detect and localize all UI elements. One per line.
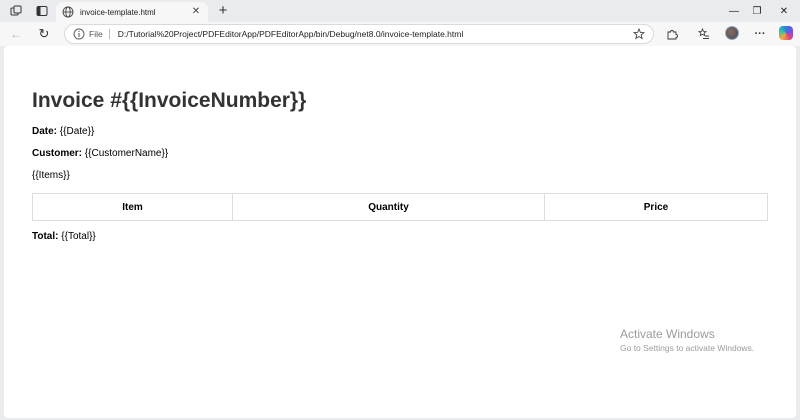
browser-toolbar: ← ↻ File D:/Tutorial%20Project/PDFEditor…: [0, 22, 800, 46]
watermark-title: Activate Windows: [620, 327, 715, 341]
table-header-row: Item Quantity Price: [32, 193, 768, 221]
globe-icon: [62, 6, 74, 18]
date-label: Date:: [32, 126, 58, 137]
header-price: Price: [544, 193, 768, 221]
new-tab-button[interactable]: +: [214, 2, 232, 20]
back-icon[interactable]: ←: [8, 26, 24, 42]
tab-actions-icon[interactable]: [34, 3, 50, 19]
scheme-label: File: [89, 29, 103, 39]
tab-title: invoice-template.html: [80, 7, 156, 17]
address-bar[interactable]: File D:/Tutorial%20Project/PDFEditorApp/…: [64, 24, 654, 44]
favorites-icon[interactable]: [696, 26, 712, 42]
header-item: Item: [32, 193, 233, 221]
watermark-subtitle: Go to Settings to activate Windows.: [620, 343, 755, 353]
header-quantity: Quantity: [232, 193, 545, 221]
star-icon[interactable]: [633, 28, 645, 40]
close-tab-icon[interactable]: ✕: [190, 6, 202, 18]
items-placeholder: {{Items}}: [32, 170, 70, 181]
date-line: Date: {{Date}}: [32, 126, 94, 137]
tab-strip: invoice-template.html ✕ + — ❐ ✕: [0, 0, 800, 22]
activate-windows-watermark: Activate Windows Go to Settings to activ…: [620, 327, 754, 353]
tab-invoice-template[interactable]: invoice-template.html ✕: [56, 2, 208, 22]
url-text[interactable]: D:/Tutorial%20Project/PDFEditorApp/PDFEd…: [118, 29, 633, 39]
info-icon[interactable]: [73, 28, 85, 40]
window-close-button[interactable]: ✕: [768, 0, 800, 22]
more-options-icon[interactable]: ···: [752, 26, 768, 42]
date-value: {{Date}}: [59, 126, 95, 137]
customer-label: Customer:: [32, 148, 83, 159]
reload-icon[interactable]: ↻: [36, 26, 52, 42]
total-value: {{Total}}: [61, 231, 96, 242]
customer-value: {{CustomerName}}: [84, 148, 169, 159]
extensions-icon[interactable]: [664, 26, 680, 42]
page-viewport: Invoice #{{InvoiceNumber}} Date: {{Date}…: [4, 46, 796, 418]
address-separator: [108, 29, 110, 39]
items-table: Item Quantity Price: [32, 193, 768, 221]
profile-avatar[interactable]: [725, 26, 739, 40]
total-label: Total:: [32, 231, 59, 242]
copilot-icon[interactable]: [779, 26, 793, 40]
total-line: Total: {{Total}}: [32, 231, 96, 242]
workspaces-icon[interactable]: [8, 3, 24, 19]
customer-line: Customer: {{CustomerName}}: [32, 148, 168, 159]
invoice-title: Invoice #{{InvoiceNumber}}: [32, 89, 307, 112]
